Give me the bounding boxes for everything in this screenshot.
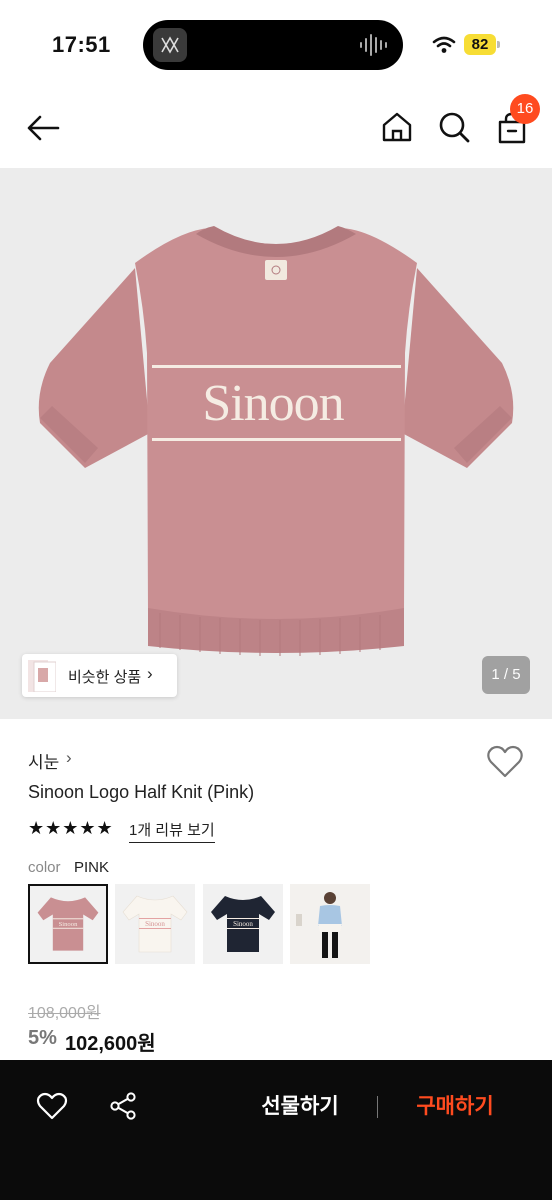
swatch-logo-text: Sinoon	[59, 921, 78, 928]
color-swatch-model-photo[interactable]	[290, 884, 370, 964]
heart-icon	[487, 745, 523, 778]
product-name: Sinoon Logo Half Knit (Pink)	[28, 782, 255, 802]
audio-wave-icon	[360, 34, 387, 56]
home-icon	[382, 112, 412, 142]
status-time: 17:51	[52, 32, 111, 57]
swatch-image	[290, 884, 370, 964]
back-button[interactable]	[24, 108, 64, 148]
search-icon	[439, 112, 470, 143]
color-swatch-pink[interactable]: Sinoon	[28, 884, 108, 964]
similar-products-button[interactable]: 비슷한 상품 ›	[22, 654, 177, 697]
buy-button[interactable]: 구매하기	[395, 1090, 515, 1124]
battery-indicator: 82	[464, 34, 496, 55]
swatch-logo-text: Sinoon	[233, 920, 253, 928]
review-link[interactable]: 1개 리뷰 보기	[129, 819, 215, 843]
original-price: 108,000원	[28, 1005, 101, 1022]
gift-button[interactable]: 선물하기	[240, 1090, 360, 1124]
app-logo-icon	[153, 28, 187, 62]
rating-stars: ★★★★★	[28, 818, 114, 838]
discount-rate: 5%	[28, 1027, 57, 1049]
color-swatch-ivory[interactable]: Sinoon	[115, 884, 195, 964]
share-icon	[110, 1092, 136, 1120]
heart-icon	[36, 1092, 68, 1120]
arrow-left-icon	[27, 115, 60, 141]
wishlist-button[interactable]	[36, 1091, 68, 1121]
swatch-image: Sinoon	[211, 896, 275, 952]
dynamic-island	[143, 20, 403, 70]
search-button[interactable]	[437, 110, 471, 144]
chevron-right-icon[interactable]: ›	[66, 748, 72, 768]
color-label: color	[28, 859, 61, 876]
similar-thumbnail	[28, 660, 56, 692]
chevron-right-icon: ›	[147, 664, 153, 683]
similar-products-label: 비슷한 상품	[68, 669, 142, 686]
shirt-logo-text: Sinoon	[202, 375, 344, 432]
nav-header: 16	[0, 92, 552, 168]
swatch-logo-text: Sinoon	[145, 920, 165, 928]
wishlist-button[interactable]	[486, 744, 524, 780]
wifi-icon	[432, 36, 456, 53]
color-swatch-navy[interactable]: Sinoon	[203, 884, 283, 964]
share-button[interactable]	[108, 1091, 138, 1121]
bottom-action-bar: 선물하기 구매하기	[0, 1060, 552, 1200]
image-counter: 1 / 5	[482, 656, 530, 694]
product-image: Sinoon	[38, 226, 514, 656]
battery-cap	[497, 41, 500, 48]
brand-link[interactable]: 시눈	[28, 748, 59, 773]
sale-price: 102,600원	[65, 1033, 156, 1055]
product-image-gallery[interactable]: Sinoon 비슷한 상품 › 1 / 5	[0, 168, 552, 719]
swatch-image: Sinoon	[122, 895, 188, 953]
divider	[377, 1096, 378, 1118]
cart-count-badge: 16	[510, 94, 540, 124]
home-button[interactable]	[380, 110, 414, 144]
color-value: PINK	[74, 859, 110, 876]
swatch-image: Sinoon	[37, 897, 99, 951]
status-bar: 17:51 82	[0, 0, 552, 92]
